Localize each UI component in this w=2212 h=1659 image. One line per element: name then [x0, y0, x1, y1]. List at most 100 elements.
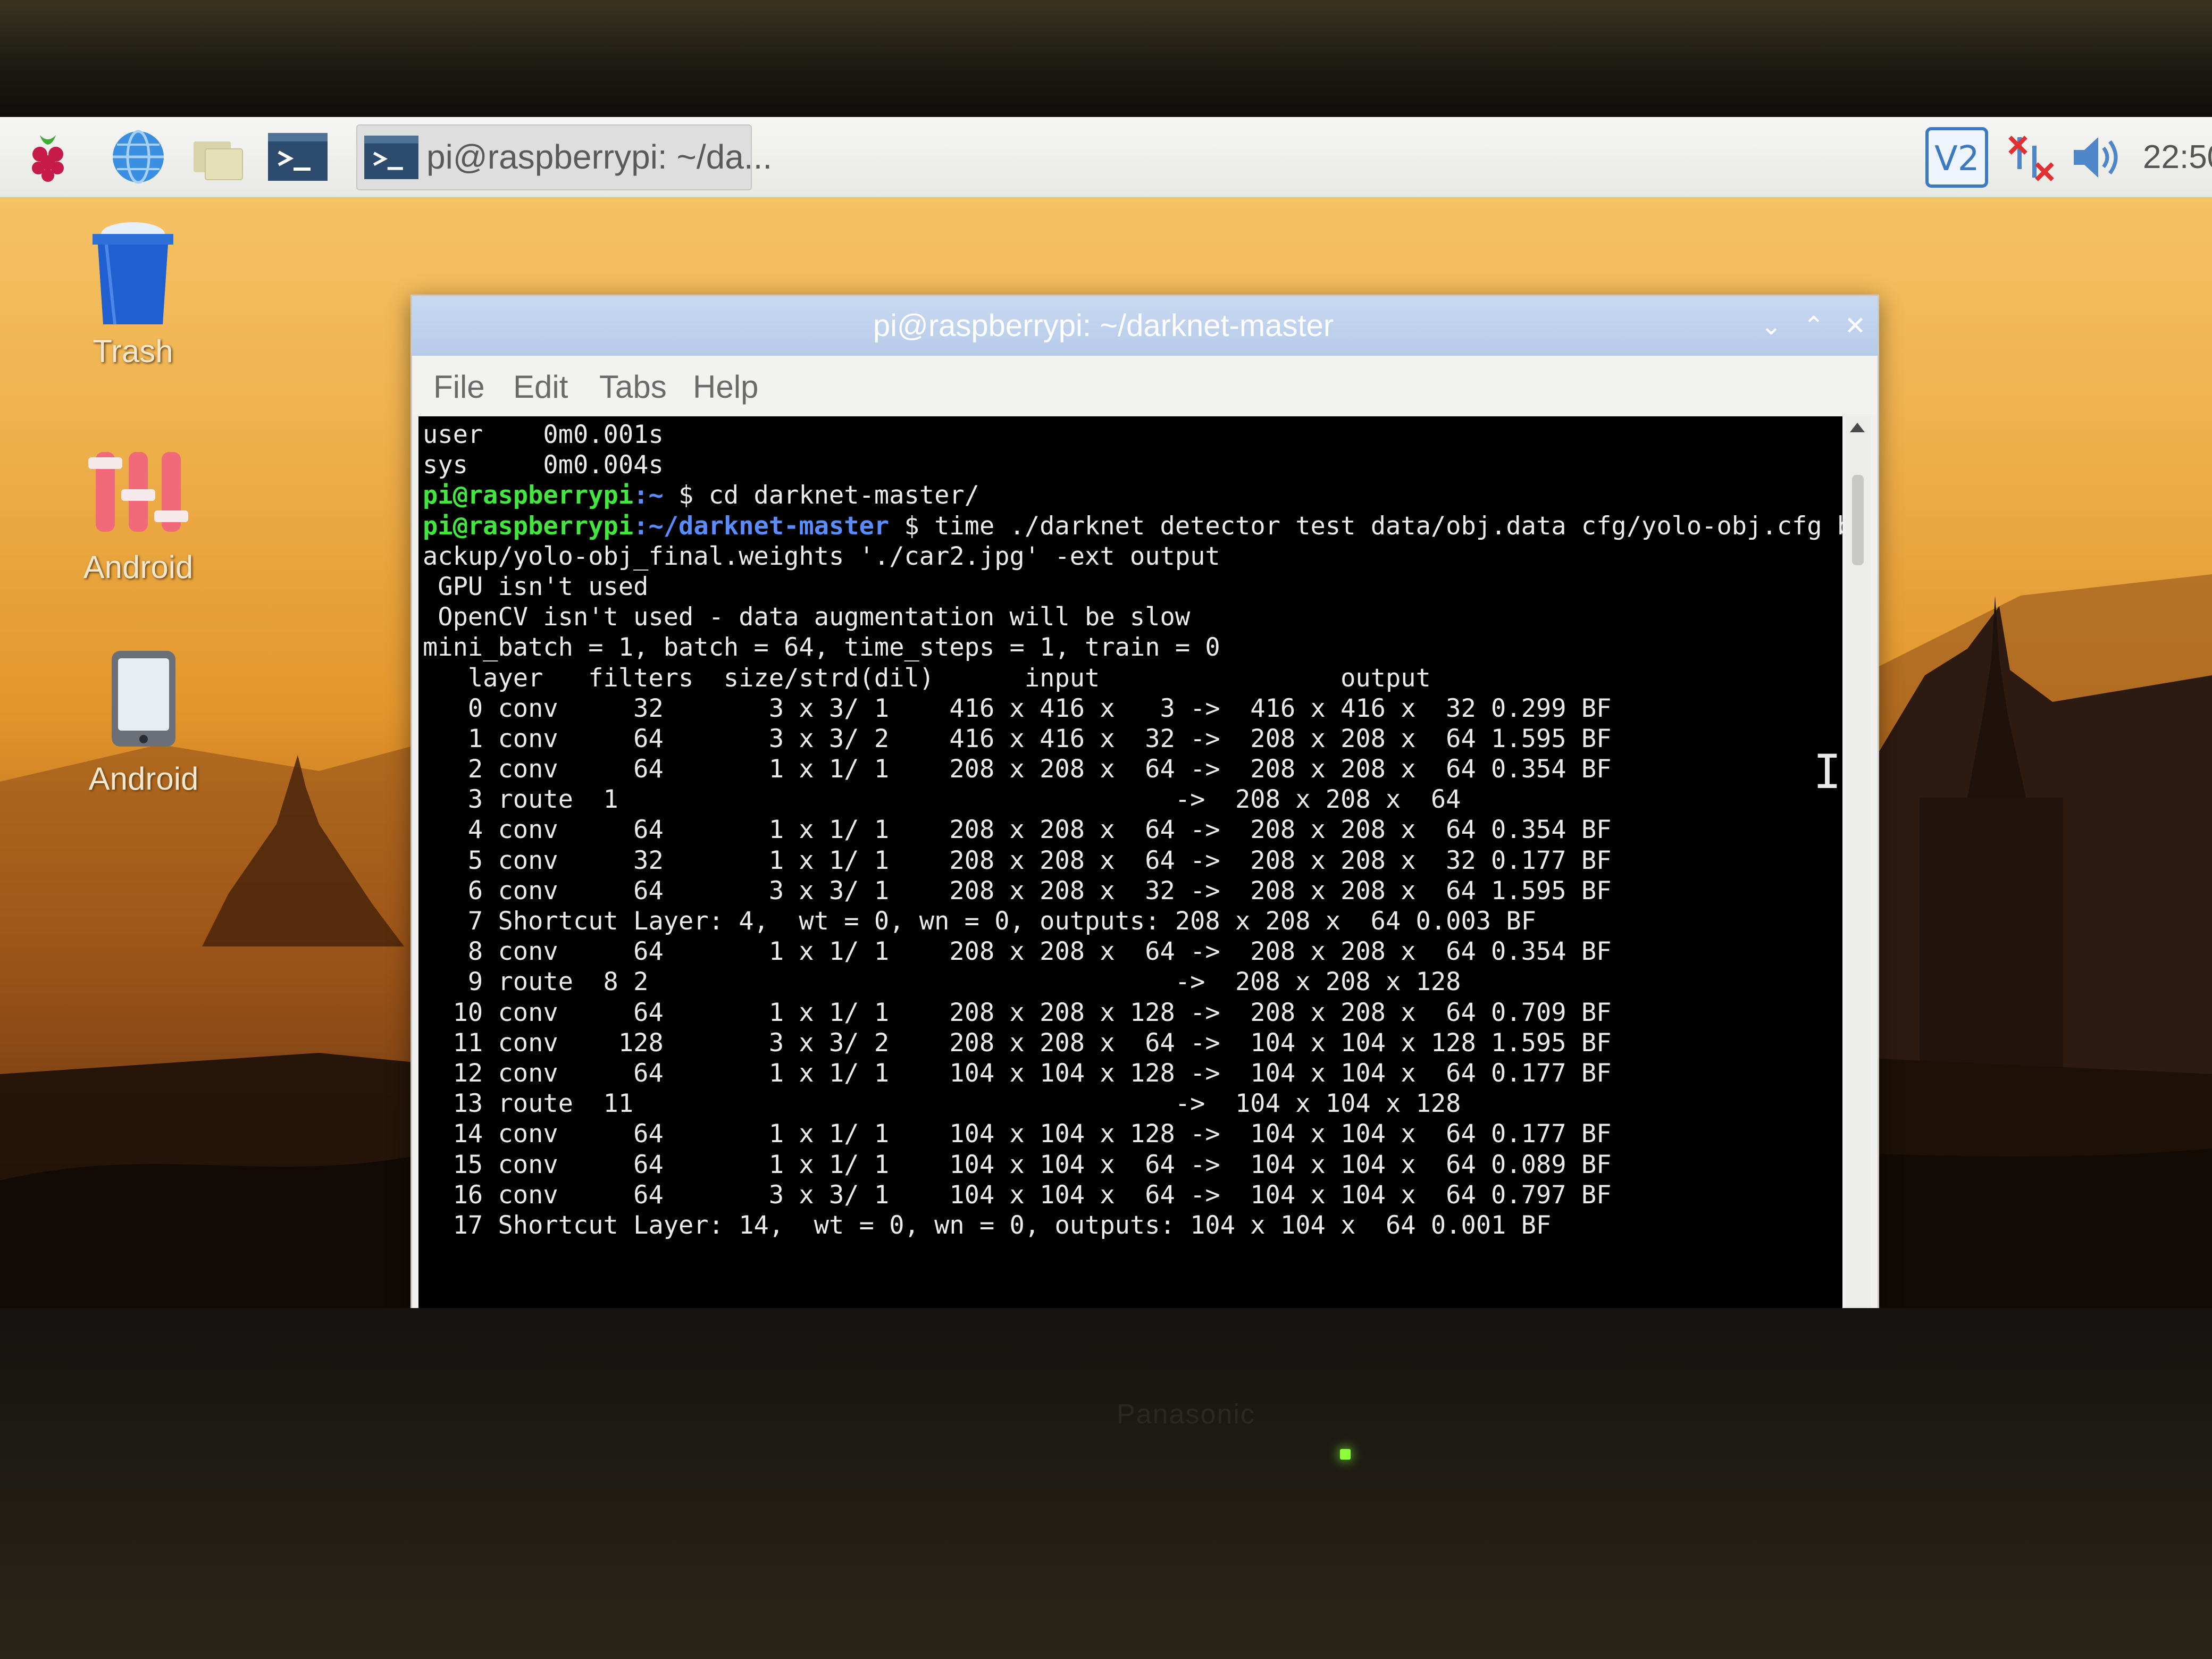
terminal-line: 15 conv 64 1 x 1/ 1 104 x 104 x 64 -> 10…	[423, 1150, 1842, 1180]
terminal-line-text: 12 conv 64 1 x 1/ 1 104 x 104 x 128 -> 1…	[423, 1058, 1612, 1088]
terminal-line-text: 8 conv 64 1 x 1/ 1 208 x 208 x 64 -> 208…	[423, 937, 1612, 967]
phone-icon	[112, 651, 175, 747]
terminal-line-text: 2 conv 64 1 x 1/ 1 208 x 208 x 64 -> 208…	[423, 755, 1612, 784]
terminal-line: GPU isn't used	[423, 572, 1842, 602]
terminal-line: 6 conv 64 3 x 3/ 1 208 x 208 x 32 -> 208…	[423, 876, 1842, 906]
terminal-line: 5 conv 32 1 x 1/ 1 208 x 208 x 64 -> 208…	[423, 845, 1842, 876]
terminal-line: 14 conv 64 1 x 1/ 1 104 x 104 x 128 -> 1…	[423, 1119, 1842, 1149]
terminal-line: user 0m0.001s	[423, 420, 1842, 450]
desktop-icon-label: Android	[88, 761, 199, 797]
terminal-line-text: 16 conv 64 3 x 3/ 1 104 x 104 x 64 -> 10…	[423, 1180, 1612, 1210]
menu-file[interactable]: File	[433, 368, 485, 405]
desktop-icon-label: Trash	[93, 333, 173, 369]
terminal-line: 16 conv 64 3 x 3/ 1 104 x 104 x 64 -> 10…	[423, 1180, 1842, 1210]
monitor-bezel-bottom: Panasonic	[0, 1308, 2212, 1659]
terminal-line: mini_batch = 1, batch = 64, time_steps =…	[423, 632, 1842, 663]
terminal-line-text: 13 route 11 -> 104 x 104 x 128	[423, 1089, 1461, 1119]
menu-help[interactable]: Help	[693, 368, 758, 405]
terminal-line-text: 10 conv 64 1 x 1/ 1 208 x 208 x 128 -> 2…	[423, 998, 1612, 1027]
terminal-line: layer filters size/strd(dil) input outpu…	[423, 663, 1842, 693]
desktop-icon-android-2[interactable]: Android	[64, 649, 223, 819]
terminal-line: 7 Shortcut Layer: 4, wt = 0, wn = 0, out…	[423, 906, 1842, 936]
raspberry-menu-icon[interactable]	[16, 128, 80, 186]
terminal-launcher-icon[interactable]	[266, 128, 330, 186]
terminal-line-text: mini_batch = 1, batch = 64, time_steps =…	[423, 633, 1220, 663]
taskbar: pi@raspberrypi: ~/da... V2 22:50	[0, 117, 2212, 198]
monitor-brand: Panasonic	[1117, 1399, 1255, 1430]
prompt-path: :~	[633, 481, 664, 510]
terminal-line-text: user 0m0.001s	[423, 420, 664, 449]
terminal-line: 10 conv 64 1 x 1/ 1 208 x 208 x 128 -> 2…	[423, 998, 1842, 1028]
terminal-line-text: layer filters size/strd(dil) input outpu…	[423, 663, 1431, 693]
minimize-button[interactable]: ⌄	[1755, 310, 1787, 342]
desktop-icon-trash[interactable]: Trash	[53, 213, 213, 383]
terminal-line-text: 14 conv 64 1 x 1/ 1 104 x 104 x 128 -> 1…	[423, 1119, 1612, 1149]
power-led	[1340, 1449, 1351, 1460]
terminal-line-text: 5 conv 32 1 x 1/ 1 208 x 208 x 64 -> 208…	[423, 845, 1612, 875]
file-manager-icon[interactable]	[186, 128, 250, 186]
vnc-tray-label: V2	[1934, 139, 1980, 179]
terminal-line-text: 7 Shortcut Layer: 4, wt = 0, wn = 0, out…	[423, 907, 1536, 936]
close-button[interactable]: ✕	[1839, 310, 1871, 342]
terminal-window: pi@raspberrypi: ~/darknet-master ⌄ ⌃ ✕ F…	[410, 295, 1879, 1351]
volume-icon[interactable]	[2068, 127, 2127, 188]
terminal-line: 12 conv 64 1 x 1/ 1 104 x 104 x 128 -> 1…	[423, 1058, 1842, 1088]
terminal-line: 13 route 11 -> 104 x 104 x 128	[423, 1088, 1842, 1119]
terminal-line: 17 Shortcut Layer: 14, wt = 0, wn = 0, o…	[423, 1210, 1842, 1241]
terminal-line-text: 0 conv 32 3 x 3/ 1 416 x 416 x 3 -> 416 …	[423, 693, 1612, 723]
desktop-icon-label: Android	[83, 549, 194, 585]
prompt-user: pi@raspberrypi	[423, 511, 634, 541]
terminal-line-text: 11 conv 128 3 x 3/ 2 208 x 208 x 64 -> 1…	[423, 1028, 1612, 1058]
terminal-line-text: 9 route 8 2 -> 208 x 208 x 128	[423, 967, 1461, 997]
prompt-path: :~/darknet-master	[633, 511, 890, 541]
scrollbar[interactable]	[1846, 416, 1871, 1351]
desktop-icon-android-1[interactable]: Android	[58, 436, 218, 606]
terminal-line-text: 17 Shortcut Layer: 14, wt = 0, wn = 0, o…	[423, 1210, 1552, 1240]
terminal-line: pi@raspberrypi:~/darknet-master $ time .…	[423, 511, 1842, 541]
terminal-line-text: 15 conv 64 1 x 1/ 1 104 x 104 x 64 -> 10…	[423, 1150, 1612, 1179]
terminal-line-text: ackup/yolo-obj_final.weights './car2.jpg…	[423, 541, 1220, 571]
terminal-line: pi@raspberrypi:~ $ cd darknet-master/	[423, 480, 1842, 510]
terminal-line: 4 conv 64 1 x 1/ 1 208 x 208 x 64 -> 208…	[423, 815, 1842, 845]
terminal-line: 0 conv 32 3 x 3/ 1 416 x 416 x 3 -> 416 …	[423, 693, 1842, 724]
terminal-line-text: 3 route 1 -> 208 x 208 x 64	[423, 785, 1461, 815]
terminal-lines: user 0m0.001s sys 0m0.004s pi@raspberrypi:…	[423, 420, 1842, 1241]
terminal-line-text: sys 0m0.004s	[423, 450, 664, 480]
web-browser-icon[interactable]	[106, 128, 170, 186]
vnc-tray-icon[interactable]: V2	[1925, 127, 1989, 188]
terminal-line: 8 conv 64 1 x 1/ 1 208 x 208 x 64 -> 208…	[423, 936, 1842, 967]
terminal-line: 11 conv 128 3 x 3/ 2 208 x 208 x 64 -> 1…	[423, 1028, 1842, 1058]
menubar: File Edit Tabs Help	[412, 356, 1878, 414]
terminal-line-text: 4 conv 64 1 x 1/ 1 208 x 208 x 64 -> 208…	[423, 815, 1612, 845]
terminal-line: 9 route 8 2 -> 208 x 208 x 128	[423, 967, 1842, 997]
taskbar-terminal-task[interactable]: pi@raspberrypi: ~/da...	[356, 124, 772, 190]
terminal-line-text: $ cd darknet-master/	[663, 481, 979, 510]
terminal-task-icon	[364, 136, 418, 179]
clock: 22:50	[2143, 139, 2212, 175]
terminal-line: sys 0m0.004s	[423, 450, 1842, 480]
terminal-output[interactable]: user 0m0.001s sys 0m0.004s pi@raspberrypi:…	[418, 416, 1842, 1351]
terminal-line: 2 conv 64 1 x 1/ 1 208 x 208 x 64 -> 208…	[423, 754, 1842, 784]
terminal-line-text: 1 conv 64 3 x 3/ 2 416 x 416 x 32 -> 208…	[423, 724, 1612, 753]
window-title: pi@raspberrypi: ~/darknet-master	[873, 308, 1334, 343]
monitor-bezel-top	[0, 0, 2212, 122]
prompt-user: pi@raspberrypi	[423, 481, 634, 510]
maximize-button[interactable]: ⌃	[1798, 310, 1830, 342]
window-titlebar[interactable]: pi@raspberrypi: ~/darknet-master ⌄ ⌃ ✕	[412, 296, 1878, 356]
text-cursor-icon: I	[1813, 744, 1841, 799]
terminal-line-text: $ time ./darknet detector test data/obj.…	[889, 511, 1842, 541]
terminal-line: 1 conv 64 3 x 3/ 2 416 x 416 x 32 -> 208…	[423, 724, 1842, 754]
terminal-line-text: OpenCV isn't used - data augmentation wi…	[423, 602, 1191, 632]
taskbar-task-label: pi@raspberrypi: ~/da...	[426, 138, 773, 176]
terminal-line: OpenCV isn't used - data augmentation wi…	[423, 602, 1842, 632]
scroll-up-arrow-icon[interactable]	[1850, 423, 1865, 432]
terminal-line: 3 route 1 -> 208 x 208 x 64	[423, 784, 1842, 815]
terminal-line: ackup/yolo-obj_final.weights './car2.jpg…	[423, 541, 1842, 572]
desktop-screen: pi@raspberrypi: ~/da... V2 22:50	[0, 117, 2212, 1351]
network-disconnected-icon[interactable]	[2005, 127, 2058, 188]
menu-edit[interactable]: Edit	[513, 368, 568, 405]
settings-sliders-icon	[88, 452, 188, 532]
scrollbar-thumb[interactable]	[1852, 475, 1864, 565]
menu-tabs[interactable]: Tabs	[599, 368, 667, 405]
terminal-line-text: 6 conv 64 3 x 3/ 1 208 x 208 x 32 -> 208…	[423, 876, 1612, 906]
